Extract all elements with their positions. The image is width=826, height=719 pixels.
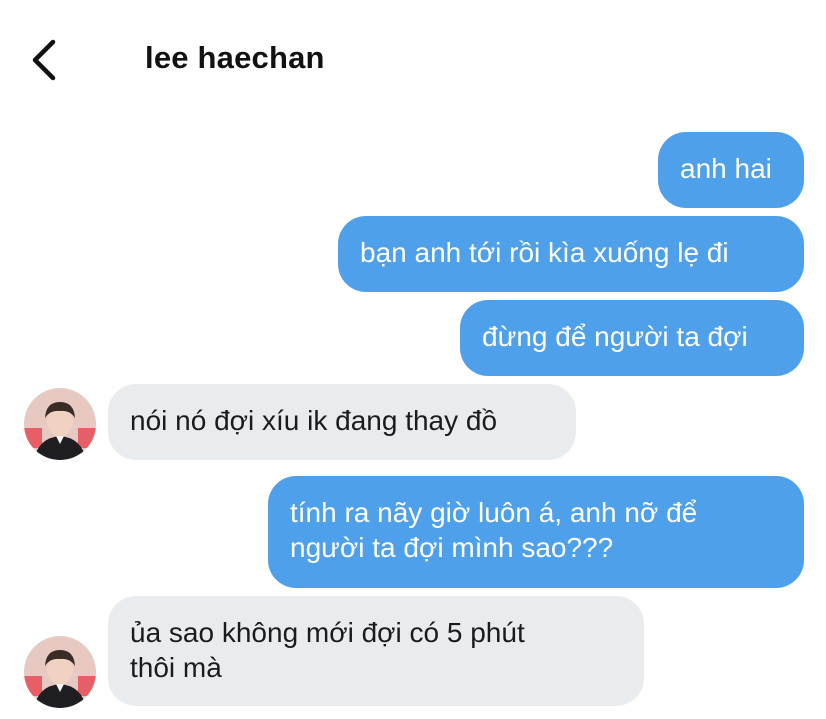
contact-name[interactable]: lee haechan xyxy=(145,40,325,76)
incoming-message[interactable]: nói nó đợi xíu ik đang thay đồ xyxy=(108,384,576,460)
back-button[interactable] xyxy=(22,36,66,84)
outgoing-message[interactable]: tính ra nãy giờ luôn á, anh nỡ để người … xyxy=(268,476,804,588)
outgoing-message[interactable]: đừng để người ta đợi xyxy=(460,300,804,376)
chat-header: lee haechan xyxy=(0,0,826,120)
contact-avatar[interactable] xyxy=(24,636,96,708)
incoming-message[interactable]: ủa sao không mới đợi có 5 phút thôi mà xyxy=(108,596,644,706)
outgoing-message[interactable]: bạn anh tới rồi kìa xuống lẹ đi xyxy=(338,216,804,292)
outgoing-message[interactable]: anh hai xyxy=(658,132,804,208)
chevron-left-icon xyxy=(32,39,56,81)
contact-avatar[interactable] xyxy=(24,388,96,460)
